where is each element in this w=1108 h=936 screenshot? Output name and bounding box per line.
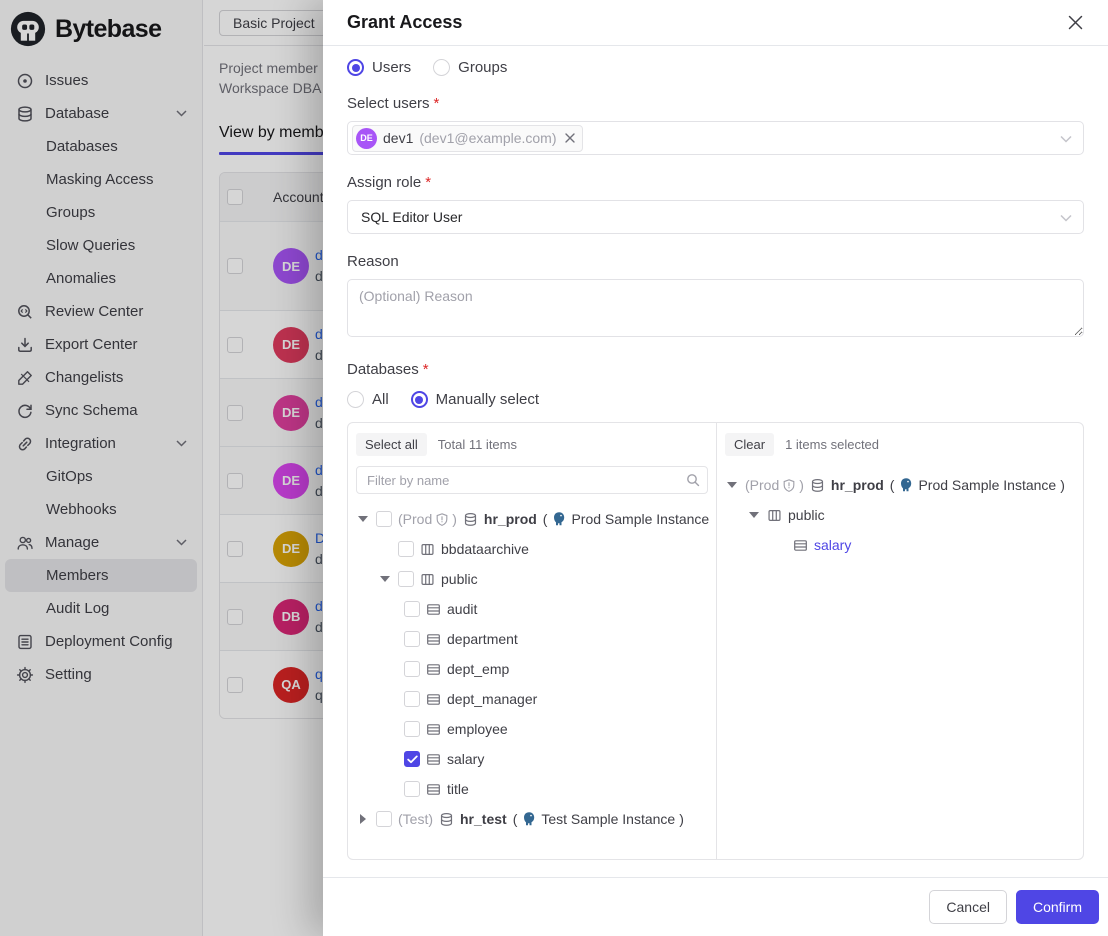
node-checkbox[interactable] bbox=[404, 661, 420, 677]
tree-node-table-salary[interactable]: salary bbox=[356, 744, 708, 774]
caret-down-icon[interactable] bbox=[747, 512, 761, 518]
shield-icon bbox=[782, 478, 796, 493]
schema-icon bbox=[420, 572, 435, 587]
selected-tree: (Prod ) hr_prod ( Prod Sample Instance) bbox=[725, 470, 1075, 560]
caret-down-icon[interactable] bbox=[378, 576, 392, 582]
radio-groups[interactable]: Groups bbox=[433, 59, 507, 76]
radio-users-control[interactable] bbox=[347, 59, 364, 76]
postgresql-icon bbox=[521, 811, 537, 827]
tree-node-table[interactable]: department bbox=[356, 624, 708, 654]
caret-right-icon[interactable] bbox=[356, 814, 370, 824]
tree-node-table[interactable]: employee bbox=[356, 714, 708, 744]
assign-role-select[interactable]: SQL Editor User bbox=[347, 200, 1084, 234]
node-checkbox[interactable] bbox=[376, 511, 392, 527]
avatar: DE bbox=[356, 128, 377, 149]
caret-down-icon[interactable] bbox=[356, 516, 370, 522]
tree-node-schema[interactable]: public bbox=[356, 564, 708, 594]
reason-textarea[interactable] bbox=[347, 279, 1084, 337]
node-checkbox[interactable] bbox=[404, 601, 420, 617]
tree-node-table[interactable]: dept_manager bbox=[356, 684, 708, 714]
cancel-button[interactable]: Cancel bbox=[929, 890, 1007, 924]
chevron-down-icon bbox=[1060, 214, 1072, 222]
radio-all-control[interactable] bbox=[347, 391, 364, 408]
principal-type-radios: Users Groups bbox=[347, 59, 1084, 76]
required-mark: * bbox=[425, 174, 431, 191]
selected-user-tag: DE dev1 (dev1@example.com) bbox=[352, 125, 583, 152]
shield-icon bbox=[435, 512, 449, 527]
assign-role-value: SQL Editor User bbox=[352, 209, 462, 225]
tree-node-table[interactable]: audit bbox=[356, 594, 708, 624]
source-panel-header: Select all Total 11 items bbox=[356, 433, 708, 456]
table-icon bbox=[426, 632, 441, 647]
modal-title: Grant Access bbox=[347, 12, 462, 33]
tree-node-database[interactable]: (Test) hr_test ( Test Sample Instance) bbox=[356, 804, 708, 834]
radio-manually-select[interactable]: Manually select bbox=[411, 391, 539, 408]
table-icon bbox=[426, 722, 441, 737]
postgresql-icon bbox=[898, 477, 914, 493]
grant-access-modal: Grant Access Users Groups Select users* bbox=[323, 0, 1108, 936]
radio-groups-control[interactable] bbox=[433, 59, 450, 76]
table-icon bbox=[426, 692, 441, 707]
node-checkbox[interactable] bbox=[398, 571, 414, 587]
assign-role-label: Assign role* bbox=[347, 174, 1084, 191]
schema-icon bbox=[767, 508, 782, 523]
databases-label: Databases* bbox=[347, 361, 1084, 378]
close-icon[interactable] bbox=[1067, 14, 1084, 31]
caret-down-icon[interactable] bbox=[725, 482, 739, 488]
selector-source-panel: Select all Total 11 items (Prod bbox=[348, 423, 717, 859]
selected-node-schema[interactable]: public bbox=[725, 500, 1075, 530]
database-icon bbox=[439, 812, 454, 827]
radio-manual-control[interactable] bbox=[411, 391, 428, 408]
table-icon bbox=[793, 538, 808, 553]
table-icon bbox=[426, 662, 441, 677]
postgresql-icon bbox=[551, 511, 567, 527]
database-icon bbox=[463, 512, 478, 527]
table-icon bbox=[426, 782, 441, 797]
reason-label: Reason bbox=[347, 253, 1084, 270]
selected-node-table-salary[interactable]: salary bbox=[725, 530, 1075, 560]
tree-node-schema[interactable]: bbdataarchive bbox=[356, 534, 708, 564]
tree-node-table[interactable]: dept_emp bbox=[356, 654, 708, 684]
schema-icon bbox=[420, 542, 435, 557]
table-icon bbox=[426, 602, 441, 617]
required-mark: * bbox=[423, 361, 429, 378]
remove-user-icon[interactable] bbox=[565, 133, 575, 143]
selected-node-database[interactable]: (Prod ) hr_prod ( Prod Sample Instance) bbox=[725, 470, 1075, 500]
screen: Bytebase Issues Database Databases Maski… bbox=[0, 0, 1108, 936]
radio-users[interactable]: Users bbox=[347, 59, 411, 76]
confirm-button[interactable]: Confirm bbox=[1016, 890, 1099, 924]
tree-node-table[interactable]: title bbox=[356, 774, 708, 804]
node-checkbox[interactable] bbox=[398, 541, 414, 557]
selector-selected-panel: Clear 1 items selected (Prod ) bbox=[717, 423, 1083, 859]
node-checkbox[interactable] bbox=[404, 631, 420, 647]
selected-items-count: 1 items selected bbox=[785, 437, 879, 452]
radio-all-databases[interactable]: All bbox=[347, 391, 389, 408]
modal-header: Grant Access bbox=[323, 0, 1108, 46]
modal-footer: Cancel Confirm bbox=[323, 877, 1108, 936]
select-users-field[interactable]: DE dev1 (dev1@example.com) bbox=[347, 121, 1084, 155]
node-checkbox[interactable] bbox=[404, 691, 420, 707]
select-users-label: Select users* bbox=[347, 95, 1084, 112]
database-icon bbox=[810, 478, 825, 493]
search-icon bbox=[686, 473, 700, 487]
node-checkbox[interactable] bbox=[376, 811, 392, 827]
filter-by-name-input[interactable] bbox=[356, 466, 708, 494]
tree-node-database[interactable]: (Prod ) hr_prod ( Prod Sample Instance bbox=[356, 504, 708, 534]
node-checkbox[interactable] bbox=[404, 781, 420, 797]
table-icon bbox=[426, 752, 441, 767]
selected-panel-header: Clear 1 items selected bbox=[725, 433, 1075, 456]
clear-button[interactable]: Clear bbox=[725, 433, 774, 456]
database-tree: (Prod ) hr_prod ( Prod Sample Instance bbox=[356, 504, 708, 834]
node-checkbox[interactable] bbox=[404, 721, 420, 737]
filter-field bbox=[356, 466, 708, 494]
required-mark: * bbox=[434, 95, 440, 112]
modal-body: Users Groups Select users* DE dev1 (dev1… bbox=[323, 46, 1108, 877]
select-all-button[interactable]: Select all bbox=[356, 433, 427, 456]
total-items-count: Total 11 items bbox=[438, 437, 517, 452]
databases-scope-radios: All Manually select bbox=[347, 391, 1084, 408]
database-transfer-selector: Select all Total 11 items (Prod bbox=[347, 422, 1084, 860]
chevron-down-icon bbox=[1060, 135, 1072, 143]
node-checkbox-checked[interactable] bbox=[404, 751, 420, 767]
